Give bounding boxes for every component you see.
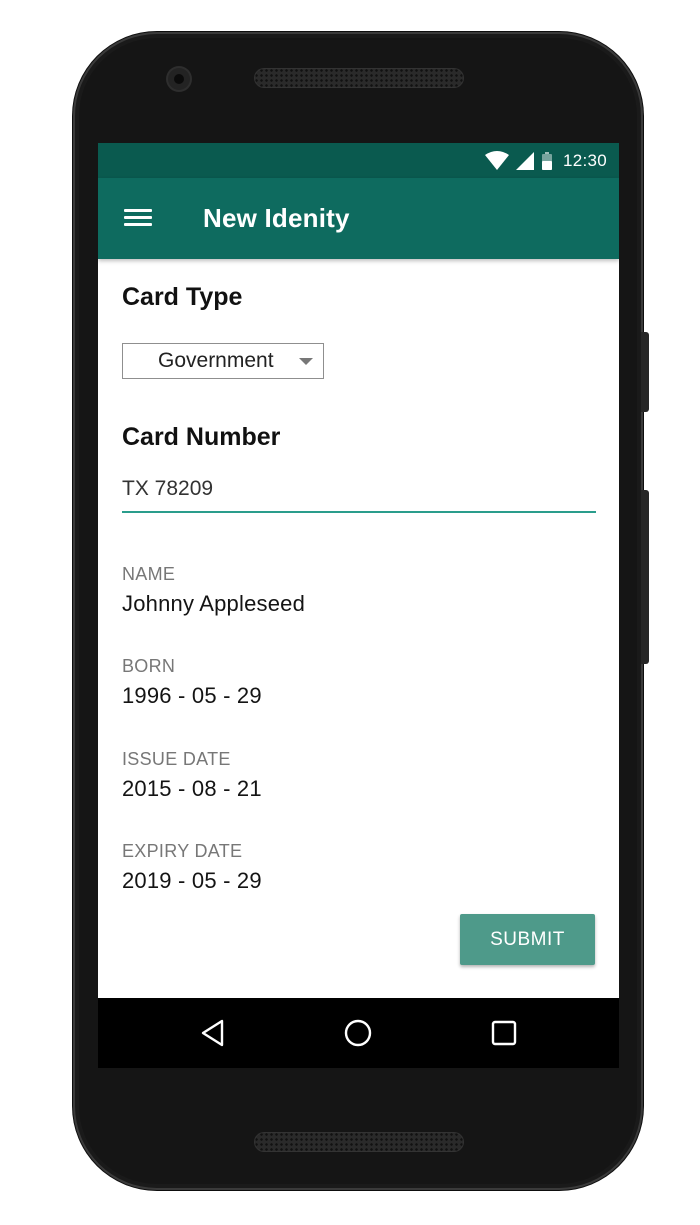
dropdown-arrow-icon [299,358,313,365]
signal-icon [515,151,535,171]
identity-form: Card Type Government Card Number NAME Jo… [98,259,619,998]
power-button [641,332,649,412]
front-camera [168,68,190,90]
issue-date-label: ISSUE DATE [122,749,231,769]
wifi-icon [484,150,509,171]
status-time: 12:30 [562,150,607,170]
expiry-date-value: 2019 - 05 - 29 [122,868,262,893]
volume-rocker [641,490,649,664]
battery-icon [541,151,553,171]
expiry-date-label: EXPIRY DATE [122,841,243,861]
app-bar: New Idenity [98,178,619,259]
card-type-heading: Card Type [122,283,243,311]
status-icons: 12:30 [484,143,607,178]
status-bar: 12:30 [98,143,619,178]
card-number-heading: Card Number [122,423,281,451]
card-number-input[interactable] [122,467,596,513]
name-label: NAME [122,564,176,584]
card-type-selected-value: Government [158,349,274,372]
earpiece-speaker [254,68,464,88]
phone-screen: 12:30 New Idenity Card Type Government C… [98,143,619,1068]
submit-button[interactable]: SUBMIT [460,914,595,965]
navigation-bar [98,998,619,1068]
recent-apps-icon[interactable] [488,1017,520,1049]
card-type-dropdown[interactable]: Government [122,343,324,379]
issue-date-value: 2015 - 08 - 21 [122,776,262,801]
back-icon[interactable] [198,1017,230,1049]
home-icon[interactable] [342,1017,374,1049]
menu-icon[interactable] [124,207,152,229]
name-value: Johnny Appleseed [122,591,306,616]
bottom-speaker [254,1132,464,1152]
page-title: New Idenity [203,203,350,233]
born-label: BORN [122,656,176,676]
born-value: 1996 - 05 - 29 [122,683,262,708]
